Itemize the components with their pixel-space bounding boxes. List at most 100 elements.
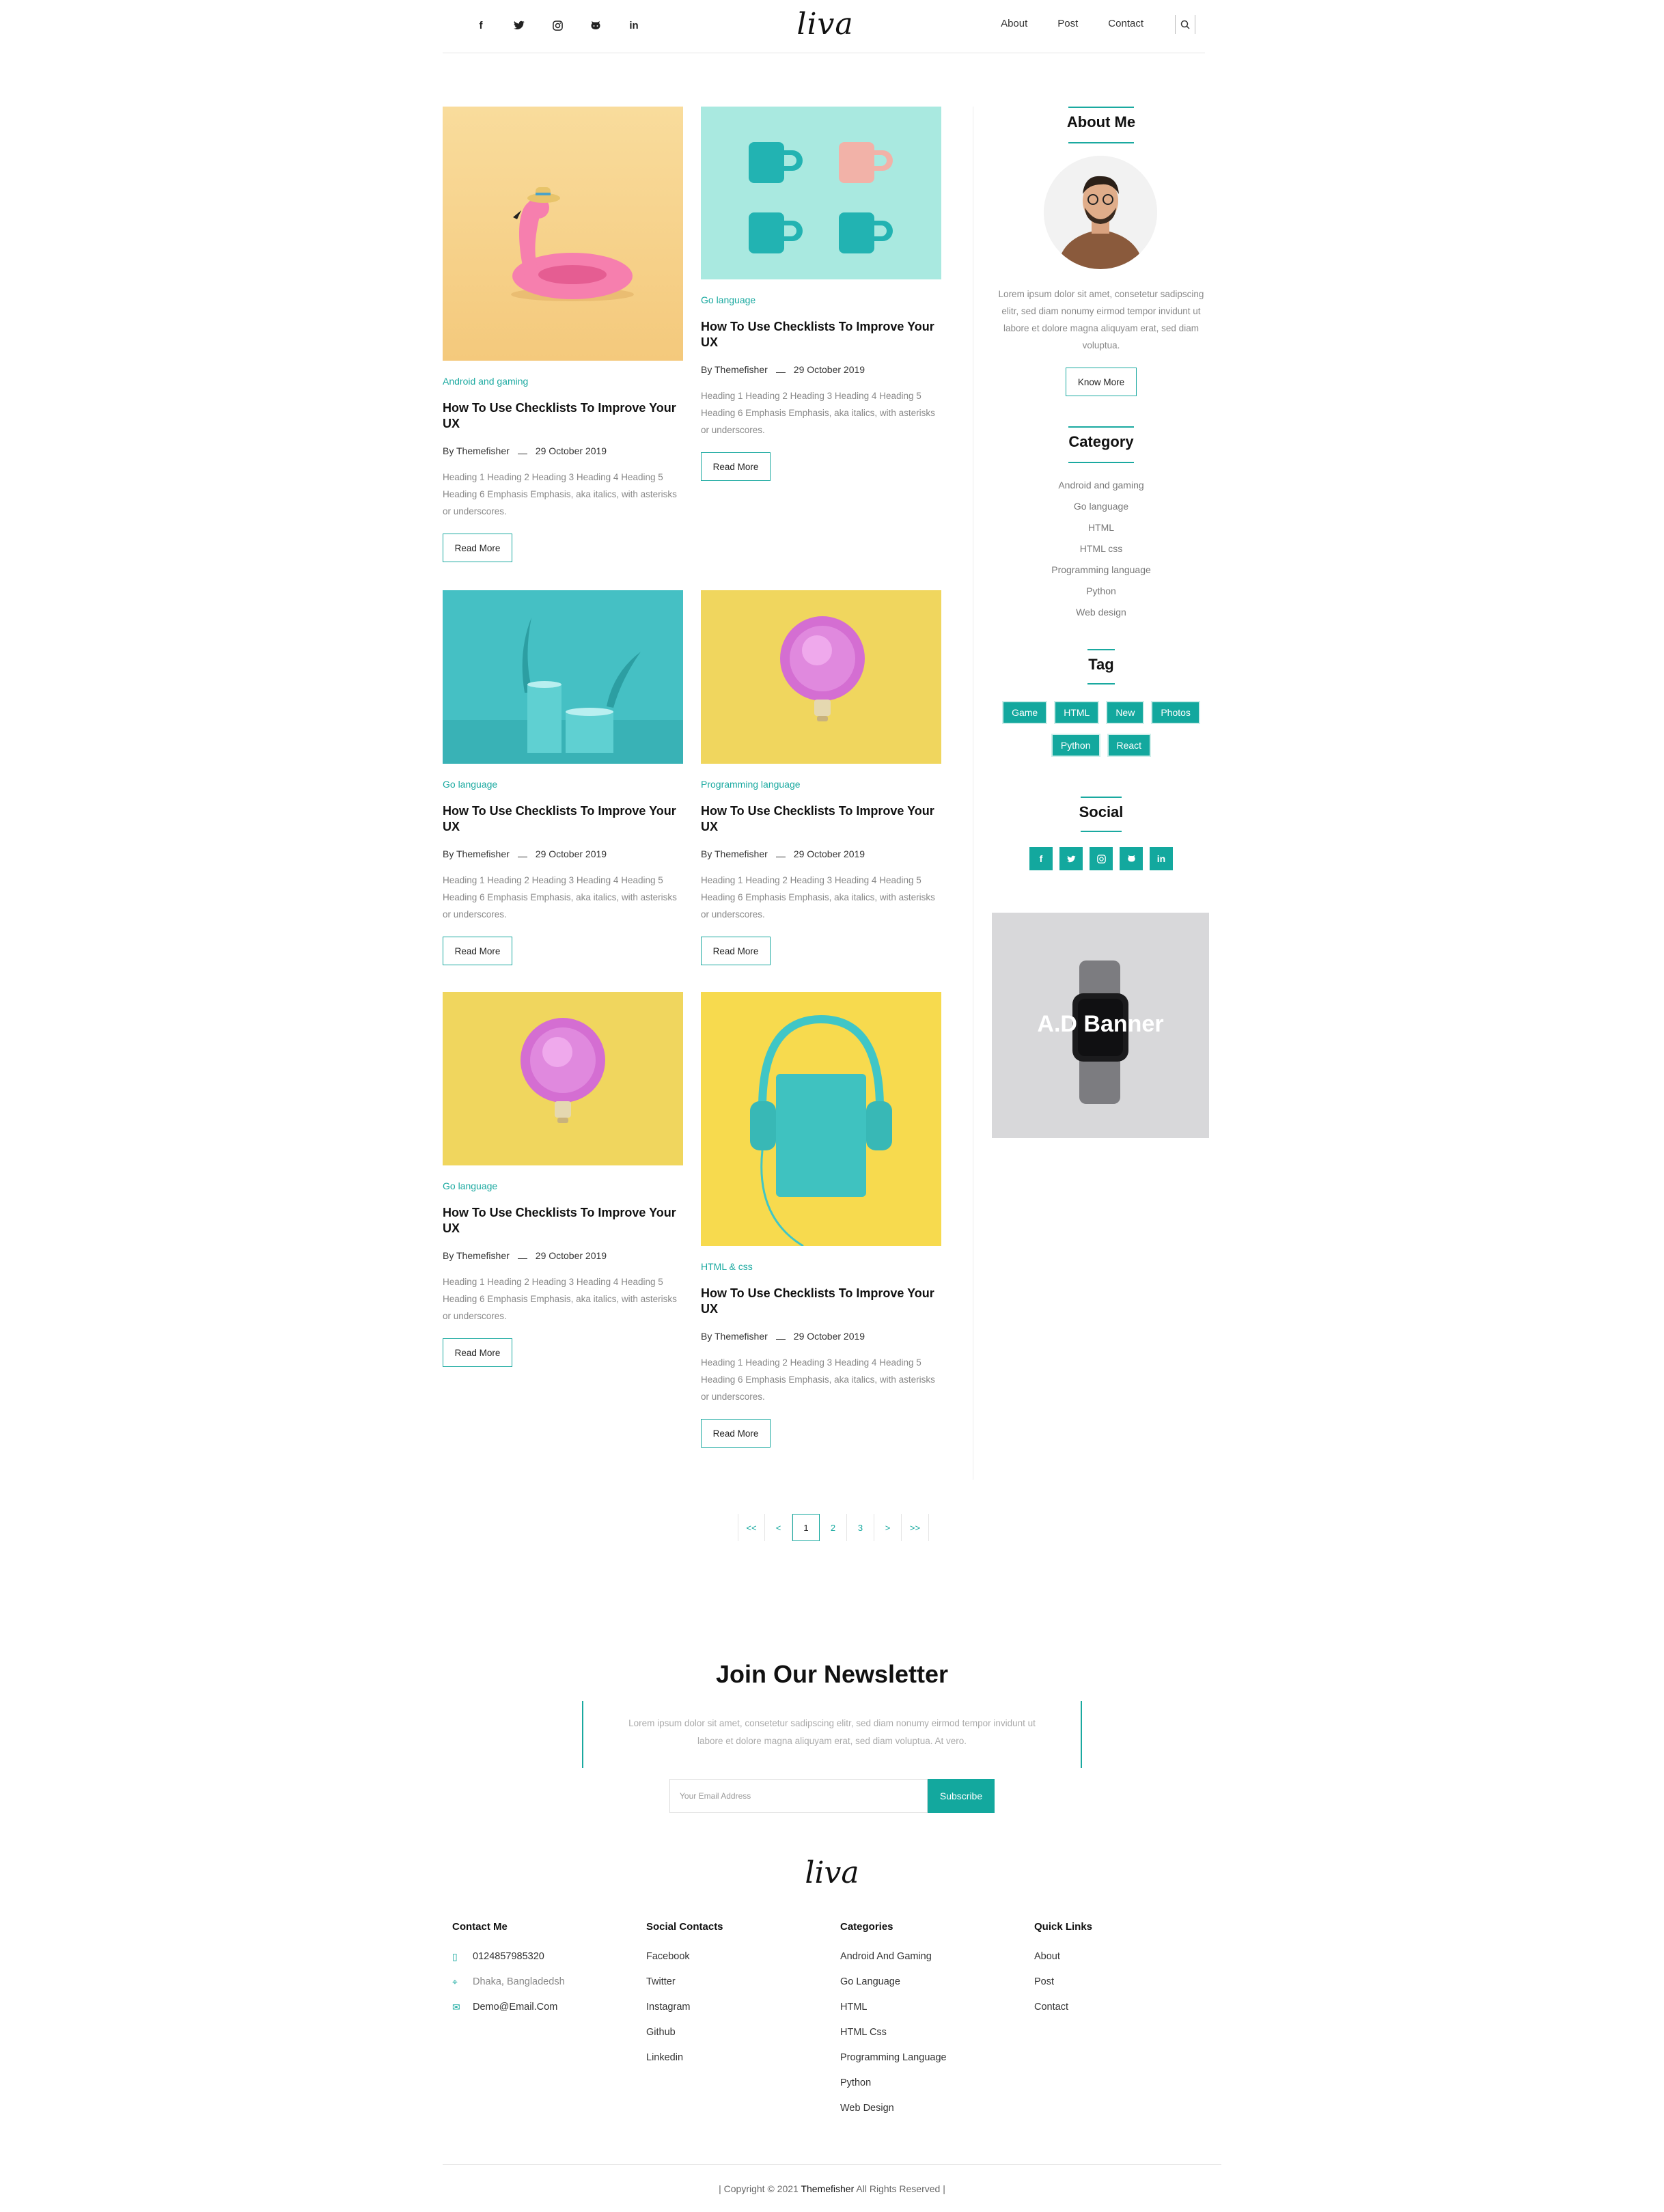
post-category[interactable]: HTML & css	[701, 1261, 941, 1272]
category-list: Android and gaming Go language HTML HTML…	[992, 475, 1210, 623]
footer-link[interactable]: Contact	[1034, 2001, 1212, 2026]
post-title[interactable]: How To Use Checklists To Improve Your UX	[443, 400, 683, 432]
post-category[interactable]: Go language	[443, 779, 683, 790]
category-item[interactable]: Web design	[992, 602, 1210, 623]
nav-contact[interactable]: Contact	[1108, 18, 1143, 29]
email-field[interactable]: Your Email Address	[669, 1779, 928, 1813]
post-thumbnail[interactable]	[443, 590, 683, 764]
post-date: 29 October 2019	[793, 1331, 865, 1342]
category-item[interactable]: Go language	[992, 496, 1210, 517]
tag-item[interactable]: Game	[1002, 701, 1048, 724]
tag-item[interactable]: Photos	[1151, 701, 1200, 724]
footer-link[interactable]: Android And Gaming	[840, 1950, 1018, 1976]
category-item[interactable]: HTML css	[992, 538, 1210, 559]
footer-link[interactable]: Post	[1034, 1976, 1212, 2001]
category-item[interactable]: Python	[992, 581, 1210, 602]
footer-link[interactable]: Linkedin	[646, 2051, 824, 2077]
nav-about[interactable]: About	[1001, 18, 1027, 29]
about-me-heading: About Me	[992, 107, 1210, 143]
post-thumbnail[interactable]	[443, 992, 683, 1165]
post-date: 29 October 2019	[793, 848, 865, 859]
read-more-button[interactable]: Read More	[443, 1338, 512, 1367]
page-1[interactable]: 1	[792, 1514, 820, 1541]
nav-post[interactable]: Post	[1057, 18, 1078, 29]
post-author: By Themefisher	[701, 1331, 768, 1342]
ad-banner[interactable]: A.D Banner	[992, 913, 1209, 1138]
pagination: << < 1 2 3 > >>	[738, 1514, 929, 1541]
site-logo[interactable]: liva	[791, 7, 859, 42]
page-next[interactable]: >	[874, 1514, 902, 1541]
post-card: Programming language How To Use Checklis…	[701, 590, 941, 965]
post-category[interactable]: Go language	[701, 294, 941, 305]
post-card: Go language How To Use Checklists To Imp…	[701, 107, 941, 481]
post-author: By Themefisher	[443, 445, 510, 456]
footer-link[interactable]: Web Design	[840, 2102, 1018, 2127]
facebook-icon[interactable]: f	[462, 15, 500, 36]
category-item[interactable]: Android and gaming	[992, 475, 1210, 496]
footer-link[interactable]: HTML Css	[840, 2026, 1018, 2051]
footer-link[interactable]: Programming Language	[840, 2051, 1018, 2077]
github-icon[interactable]	[1120, 847, 1143, 870]
read-more-button[interactable]: Read More	[701, 1419, 771, 1448]
tag-item[interactable]: React	[1107, 734, 1152, 757]
twitter-icon[interactable]	[1059, 847, 1083, 870]
post-title[interactable]: How To Use Checklists To Improve Your UX	[701, 1286, 941, 1317]
post-thumbnail[interactable]	[443, 107, 683, 361]
post-category[interactable]: Go language	[443, 1180, 683, 1191]
post-thumbnail[interactable]	[701, 107, 941, 279]
know-more-button[interactable]: Know More	[1066, 368, 1137, 396]
footer-email[interactable]: ✉ Demo@Email.Com	[452, 2001, 630, 2026]
footer-link[interactable]: Github	[646, 2026, 824, 2051]
sidebar-socials: f in	[992, 847, 1210, 870]
post-card: Go language How To Use Checklists To Imp…	[443, 590, 683, 965]
github-icon[interactable]	[577, 15, 615, 36]
copyright-brand[interactable]: Themefisher	[801, 2183, 854, 2194]
linkedin-icon[interactable]: in	[1150, 847, 1173, 870]
post-category[interactable]: Programming language	[701, 779, 941, 790]
tag-item[interactable]: HTML	[1054, 701, 1100, 724]
post-title[interactable]: How To Use Checklists To Improve Your UX	[443, 803, 683, 835]
post-title[interactable]: How To Use Checklists To Improve Your UX	[443, 1205, 683, 1236]
post-thumbnail[interactable]	[701, 590, 941, 764]
footer-link[interactable]: HTML	[840, 2001, 1018, 2026]
twitter-icon[interactable]	[500, 15, 538, 36]
footer-link[interactable]: Twitter	[646, 1976, 824, 2001]
footer-phone[interactable]: ▯ 0124857985320	[452, 1950, 630, 1976]
page-first[interactable]: <<	[738, 1514, 765, 1541]
category-item[interactable]: HTML	[992, 517, 1210, 538]
post-category[interactable]: Android and gaming	[443, 376, 683, 387]
category-item[interactable]: Programming language	[992, 559, 1210, 581]
footer-link[interactable]: Instagram	[646, 2001, 824, 2026]
read-more-button[interactable]: Read More	[701, 452, 771, 481]
instagram-icon[interactable]	[1090, 847, 1113, 870]
subscribe-button[interactable]: Subscribe	[928, 1779, 995, 1813]
instagram-icon[interactable]	[538, 15, 577, 36]
post-author: By Themefisher	[443, 1250, 510, 1261]
read-more-button[interactable]: Read More	[443, 534, 512, 562]
tag-item[interactable]: Python	[1051, 734, 1100, 757]
page-last[interactable]: >>	[902, 1514, 929, 1541]
post-thumbnail[interactable]	[701, 992, 941, 1246]
read-more-button[interactable]: Read More	[701, 937, 771, 965]
facebook-icon[interactable]: f	[1029, 847, 1053, 870]
linkedin-icon[interactable]: in	[615, 15, 653, 36]
footer-divider	[443, 2164, 1221, 2165]
footer-logo[interactable]: liva	[798, 1855, 866, 1890]
page-3[interactable]: 3	[847, 1514, 874, 1541]
search-icon[interactable]	[1175, 15, 1195, 34]
footer-contact-title: Contact Me	[452, 1921, 508, 1933]
about-me-text: Lorem ipsum dolor sit amet, consetetur s…	[998, 289, 1204, 350]
read-more-button[interactable]: Read More	[443, 937, 512, 965]
page-2[interactable]: 2	[820, 1514, 847, 1541]
footer-link[interactable]: Facebook	[646, 1950, 824, 1976]
footer-quick-links: Quick Links About Post Contact	[1034, 1921, 1212, 2026]
post-title[interactable]: How To Use Checklists To Improve Your UX	[701, 319, 941, 350]
post-title[interactable]: How To Use Checklists To Improve Your UX	[701, 803, 941, 835]
footer-contact: Contact Me ▯ 0124857985320 ⌖ Dhaka, Bangla…	[452, 1921, 630, 2026]
footer-link[interactable]: About	[1034, 1950, 1212, 1976]
tag-item[interactable]: New	[1106, 701, 1145, 724]
phone-icon: ▯	[452, 1951, 458, 1962]
footer-link[interactable]: Python	[840, 2077, 1018, 2102]
footer-link[interactable]: Go Language	[840, 1976, 1018, 2001]
page-prev[interactable]: <	[765, 1514, 792, 1541]
